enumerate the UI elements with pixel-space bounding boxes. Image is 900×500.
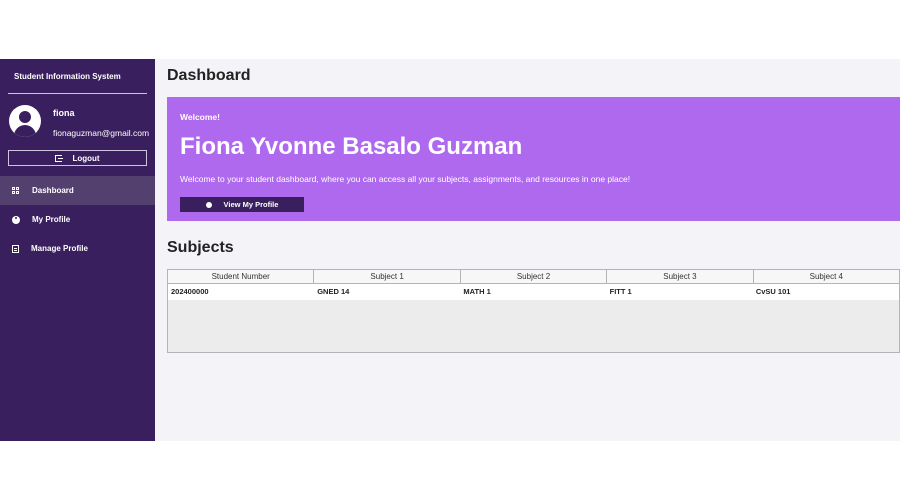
student-full-name: Fiona Yvonne Basalo Guzman [180,133,523,160]
subjects-table: Student Number Subject 1 Subject 2 Subje… [167,269,900,353]
user-icon [205,201,212,208]
column-header[interactable]: Subject 3 [607,270,754,284]
logout-icon [55,154,64,162]
sidebar: Student Information System fiona fionagu… [0,59,155,441]
table-cell: MATH 1 [463,287,491,296]
subjects-title: Subjects [167,239,234,256]
user-profile: fiona fionaguzman@gmail.com [9,105,149,145]
table-cell: 202400000 [171,287,209,296]
sidebar-item-label: My Profile [32,215,71,224]
column-header[interactable]: Subject 4 [753,270,900,284]
user-circle-icon [12,215,20,224]
column-header[interactable]: Student Number [168,270,315,284]
table-cell: FITT 1 [609,287,632,296]
table-cell: CvSU 101 [755,287,791,296]
sidebar-nav: Dashboard My Profile Manage Profile [0,176,155,263]
logout-button[interactable]: Logout [8,150,147,166]
welcome-banner: Welcome! Fiona Yvonne Basalo Guzman Welc… [167,97,900,221]
table-row[interactable]: 202400000 GNED 14 MATH 1 FITT 1 CvSU 101 [168,284,899,300]
app-window: Student Information System fiona fionagu… [0,59,900,441]
view-profile-label: View My Profile [223,200,279,209]
avatar [9,105,41,137]
page-title: Dashboard [167,67,251,84]
welcome-label: Welcome! [180,112,220,122]
column-header[interactable]: Subject 2 [460,270,608,284]
app-title: Student Information System [14,72,121,81]
logout-label: Logout [72,153,100,163]
column-header[interactable]: Subject 1 [314,270,461,284]
sidebar-item-manage-profile[interactable]: Manage Profile [0,234,155,263]
view-my-profile-button[interactable]: View My Profile [180,197,304,212]
table-cell: GNED 14 [317,287,350,296]
user-email: fionaguzman@gmail.com [53,128,150,138]
sidebar-item-label: Manage Profile [31,244,88,253]
main-content: Dashboard Welcome! Fiona Yvonne Basalo G… [155,59,900,441]
edit-doc-icon [12,244,19,253]
username: fiona [53,108,75,118]
grid-icon [12,186,20,195]
sidebar-divider [8,93,147,94]
welcome-description: Welcome to your student dashboard, where… [180,174,631,184]
sidebar-item-my-profile[interactable]: My Profile [0,205,155,234]
table-header: Student Number Subject 1 Subject 2 Subje… [168,270,900,284]
sidebar-item-dashboard[interactable]: Dashboard [0,176,155,205]
sidebar-item-label: Dashboard [32,186,74,195]
